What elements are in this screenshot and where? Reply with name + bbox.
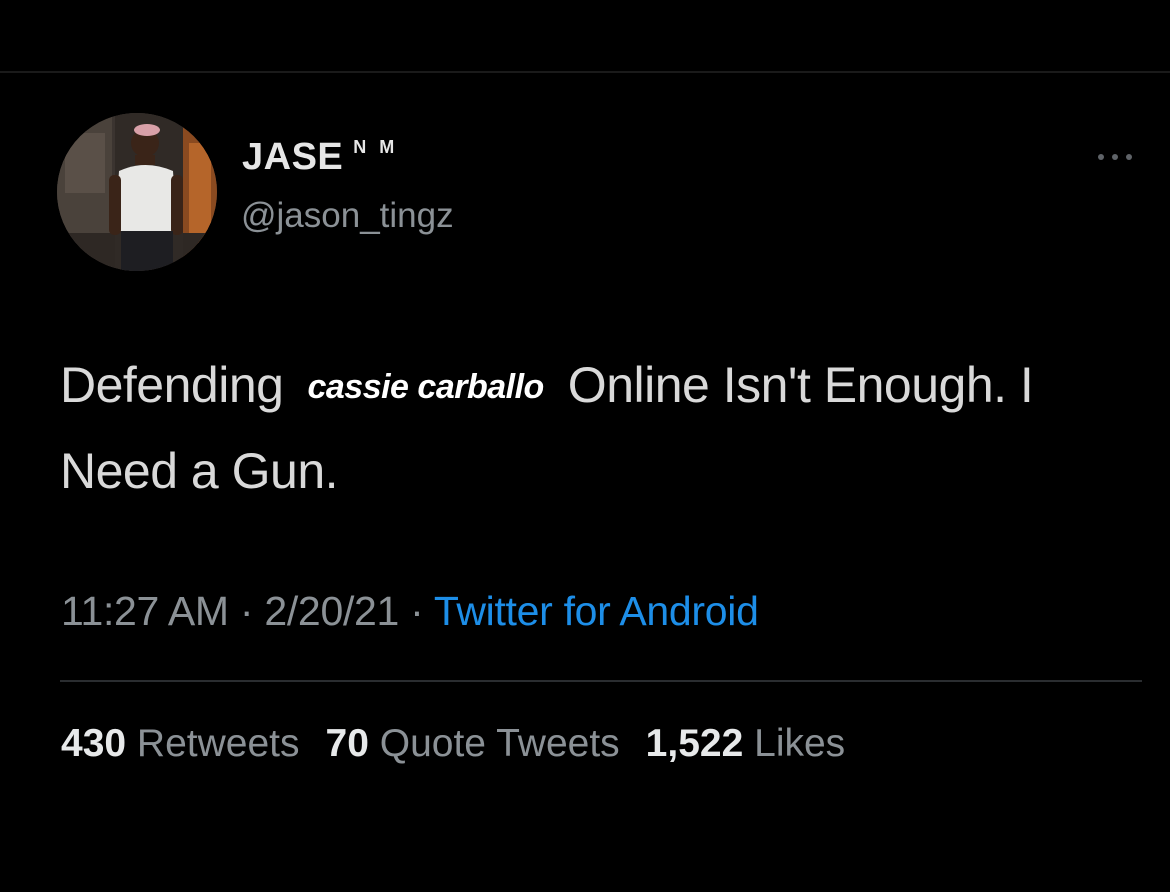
quote-tweets-label: Quote Tweets [379,722,620,765]
author-name-suffix: N M [353,137,399,157]
likes-label: Likes [754,722,846,765]
avatar-photo [57,113,217,271]
retweets-count: 430 [61,722,127,765]
tweet-source-link[interactable]: Twitter for Android [434,588,759,634]
more-horizontal-icon[interactable] [1093,146,1139,168]
tweet-time[interactable]: 11:27 AM [61,588,229,634]
author-name[interactable]: JASE [242,136,343,178]
tweet-date[interactable]: 2/20/21 [264,588,399,634]
avatar[interactable] [57,113,217,271]
tweet-meta: 11:27 AM · 2/20/21 · Twitter for Android [61,588,759,635]
tweet-text: Defending cassie carballo Online Isn't Eno… [60,343,1120,513]
quote-tweets-count: 70 [325,722,369,765]
tweet-stats: 430 Retweets 70 Quote Tweets 1,522 Likes [61,722,871,766]
meta-separator: · [239,588,254,634]
likes-count: 1,522 [645,722,744,765]
mention-overlay: cassie carballo [307,368,544,406]
quote-tweets-stat[interactable]: 70 Quote Tweets [326,722,620,765]
likes-stat[interactable]: 1,522 Likes [646,722,846,765]
meta-divider [60,680,1142,682]
meta-separator: · [410,588,424,634]
retweets-stat[interactable]: 430 Retweets [61,722,300,765]
author-display-name[interactable]: JASE N M [242,136,398,179]
top-divider [0,71,1170,73]
retweets-label: Retweets [136,722,300,765]
author-handle[interactable]: @jason_tingz [241,196,454,236]
tweet-text-part1: Defending [60,357,284,413]
